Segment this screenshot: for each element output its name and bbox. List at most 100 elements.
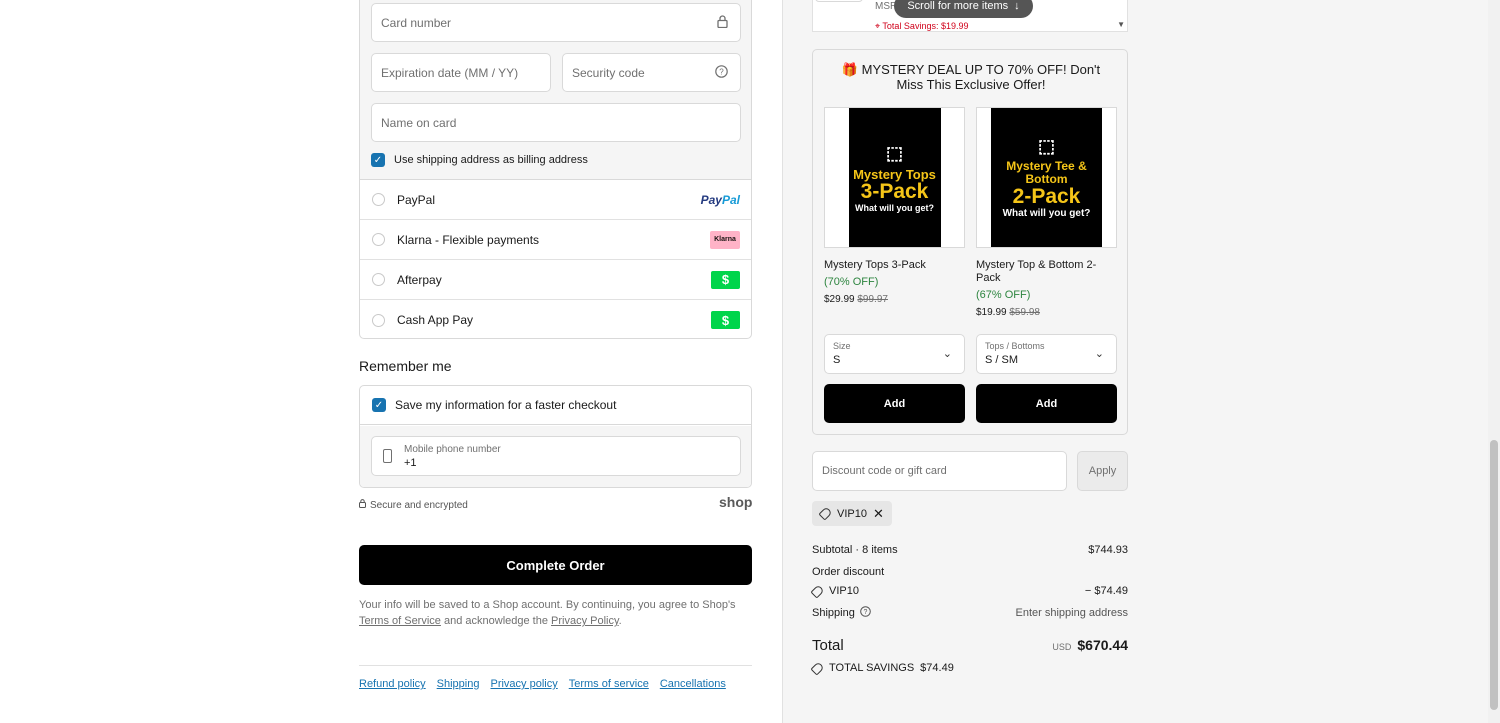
legal-middle: and acknowledge the: [443, 615, 548, 627]
image-text-line3: What will you get?: [855, 202, 934, 213]
discount-code-text: VIP10: [829, 585, 859, 597]
size-select-value: S: [833, 354, 841, 366]
discount-code-input[interactable]: Discount code or gift card: [812, 451, 1067, 491]
legal-prefix: Your info will be saved to a Shop accoun…: [359, 599, 736, 611]
card-number-field[interactable]: Card number: [371, 3, 741, 42]
save-info-label: Save my information for a faster checkou…: [395, 398, 617, 412]
secure-notice: Secure and encrypted: [359, 499, 468, 511]
terms-of-service-link[interactable]: Terms of Service: [359, 615, 441, 627]
cashapp-radio[interactable]: [372, 313, 385, 327]
apply-discount-button[interactable]: Apply: [1077, 451, 1128, 491]
cashapp-label: Cash App Pay: [397, 313, 474, 327]
scroll-down-caret-icon[interactable]: ▼: [1117, 20, 1125, 29]
image-text-line2: 2-Pack: [1012, 185, 1081, 208]
security-code-placeholder: Security code: [572, 65, 645, 80]
afterpay-radio[interactable]: [372, 273, 385, 286]
afterpay-logo-icon: $: [711, 270, 740, 289]
card-number-placeholder: Card number: [381, 15, 452, 30]
billing-address-option[interactable]: ✓ Use shipping address as billing addres…: [371, 153, 588, 167]
mystery-tee-bottom-image[interactable]: ⬚ Mystery Tee & Bottom 2-Pack What will …: [976, 107, 1117, 248]
discount-chip-code: VIP10: [837, 507, 867, 520]
klarna-radio[interactable]: [372, 233, 385, 246]
total-savings-value: $74.49: [920, 662, 954, 674]
expiration-field[interactable]: Expiration date (MM / YY): [371, 53, 551, 92]
refund-policy-link[interactable]: Refund policy: [359, 678, 426, 690]
discount-code-row: VIP10 − $74.49: [810, 583, 1128, 599]
name-on-card-field[interactable]: Name on card: [371, 103, 741, 142]
discount-value: − $74.49: [1084, 585, 1128, 597]
phone-icon: [383, 449, 392, 463]
remove-discount-icon[interactable]: ✕: [873, 506, 884, 522]
size-select-label: Size: [833, 341, 851, 351]
tops-bottoms-select[interactable]: Tops / Bottoms S / SM ⌄: [976, 334, 1117, 374]
billing-checkbox-label: Use shipping address as billing address: [394, 154, 588, 166]
expiration-placeholder: Expiration date (MM / YY): [381, 65, 519, 80]
payment-option-paypal[interactable]: PayPal PayPal: [360, 180, 751, 220]
image-text-line3: What will you get?: [1002, 208, 1091, 219]
remember-me-box: ✓ Save my information for a faster check…: [359, 385, 752, 488]
shipping-policy-link[interactable]: Shipping: [437, 678, 480, 690]
gift-box-icon: ⬚: [1037, 136, 1055, 156]
cart-item-quantity: [815, 0, 863, 2]
save-info-checkbox[interactable]: ✓: [372, 398, 386, 412]
payment-option-afterpay[interactable]: Afterpay $: [360, 260, 751, 300]
discount-code-label: VIP10: [810, 583, 859, 599]
phone-section: Mobile phone number +1: [360, 426, 751, 487]
klarna-logo-icon: Klarna: [710, 230, 740, 249]
cancellations-link[interactable]: Cancellations: [660, 678, 726, 690]
item-savings-text: Total Savings: $19.99: [882, 21, 969, 31]
name-on-card-placeholder: Name on card: [381, 115, 457, 130]
privacy-policy-footer-link[interactable]: Privacy policy: [490, 678, 557, 690]
paypal-radio[interactable]: [372, 193, 385, 206]
scroll-hint[interactable]: Scroll for more items ↓: [894, 0, 1033, 18]
subtotal-label: Subtotal · 8 items: [812, 544, 898, 556]
footer-divider: [359, 665, 752, 666]
secure-text: Secure and encrypted: [370, 499, 468, 511]
subtotal-row: Subtotal · 8 items $744.93: [812, 544, 1128, 556]
payment-option-klarna[interactable]: Klarna - Flexible payments Klarna: [360, 220, 751, 260]
product-name: Mystery Top & Bottom 2-Pack: [976, 259, 1097, 284]
billing-checkbox[interactable]: ✓: [371, 153, 385, 167]
total-label: Total: [812, 637, 844, 654]
help-icon[interactable]: ?: [715, 64, 728, 81]
checkout-page: Card number Expiration date (MM / YY) Se…: [0, 0, 1500, 723]
remember-me-heading: Remember me: [359, 358, 452, 374]
order-discount-row: Order discount: [812, 566, 1128, 578]
mystery-deal-title: 🎁 MYSTERY DEAL UP TO 70% OFF! Don't Miss…: [841, 62, 1101, 92]
mystery-tops-image[interactable]: ⬚ Mystery Tops 3-Pack What will you get?: [824, 107, 965, 248]
security-code-field[interactable]: Security code ?: [562, 53, 741, 92]
product-sale-price: $29.99: [824, 294, 855, 305]
discount-placeholder: Discount code or gift card: [822, 465, 947, 477]
save-info-option[interactable]: ✓ Save my information for a faster check…: [360, 386, 751, 425]
total-row: Total USD $670.44: [812, 637, 1128, 654]
tag-icon: [810, 583, 825, 599]
mobile-phone-field[interactable]: Mobile phone number +1: [371, 436, 741, 476]
upsell-product-1: ⬚ Mystery Tops 3-Pack What will you get?…: [824, 107, 965, 305]
paypal-label: PayPal: [397, 192, 436, 207]
payment-option-cashapp[interactable]: Cash App Pay $: [360, 300, 751, 340]
upsell-product-2: ⬚ Mystery Tee & Bottom 2-Pack What will …: [976, 107, 1117, 318]
terms-of-service-footer-link[interactable]: Terms of service: [569, 678, 649, 690]
footer-links: Refund policy Shipping Privacy policy Te…: [359, 678, 726, 690]
scrollbar-thumb[interactable]: [1490, 440, 1498, 710]
product-discount-percent: (70% OFF): [824, 276, 879, 288]
product-price: $29.99 $99.97: [824, 294, 965, 305]
phone-value: +1: [404, 457, 417, 469]
add-mystery-tops-button[interactable]: Add: [824, 384, 965, 423]
shipping-help-icon[interactable]: ?: [860, 606, 871, 620]
afterpay-label: Afterpay: [397, 272, 442, 287]
privacy-policy-link[interactable]: Privacy Policy: [551, 615, 619, 627]
shipping-label: Shipping: [812, 607, 855, 619]
product-compare-price: $99.97: [857, 294, 888, 305]
tops-bottoms-select-label: Tops / Bottoms: [985, 341, 1045, 351]
size-select[interactable]: Size S ⌄: [824, 334, 965, 374]
subtotal-value: $744.93: [1088, 544, 1128, 556]
svg-text:?: ?: [863, 609, 867, 616]
complete-order-button[interactable]: Complete Order: [359, 545, 752, 585]
page-scrollbar[interactable]: [1488, 0, 1500, 723]
total-amount: USD $670.44: [1052, 637, 1128, 653]
gift-box-icon: ⬚: [885, 142, 903, 163]
product-compare-price: $59.98: [1009, 307, 1040, 318]
add-mystery-tee-bottom-button[interactable]: Add: [976, 384, 1117, 423]
shipping-label-group: Shipping ?: [812, 606, 871, 620]
